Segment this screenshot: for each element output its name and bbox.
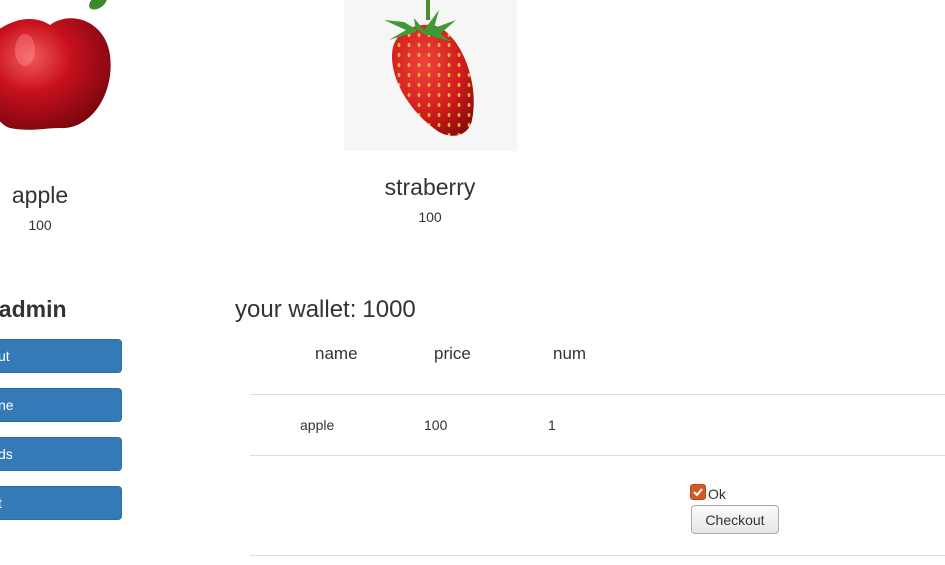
checkout-button[interactable]: Checkout [691, 505, 779, 534]
product-name: straberry [384, 174, 476, 200]
ok-checkbox[interactable] [690, 483, 706, 500]
product-price: 100 [28, 217, 52, 233]
sidebar-button-cart[interactable]: t [0, 486, 122, 520]
wallet-balance: your wallet: 1000 [235, 296, 416, 324]
cell-num: 1 [548, 417, 556, 433]
product-price: 100 [418, 209, 442, 225]
sidebar-button-label: ut [0, 348, 10, 364]
page: apple 100 straberry 100 , admin ut [0, 0, 945, 565]
sidebar-button-label: ds [0, 446, 13, 462]
column-header-num: num [553, 344, 587, 363]
column-header-name: name [315, 344, 358, 363]
apple-image [0, 0, 111, 130]
sidebar-button-label: t [0, 495, 2, 511]
table-divider [250, 555, 945, 556]
wallet-value: 1000 [362, 296, 416, 323]
wallet-label: your wallet: [235, 296, 357, 323]
ok-checkbox-group[interactable]: Ok [690, 481, 726, 502]
check-icon [693, 487, 703, 496]
sidebar-button-label: ne [0, 397, 14, 413]
cell-price: 100 [424, 417, 448, 433]
ok-label: Ok [708, 486, 726, 502]
column-header-price: price [434, 344, 471, 363]
product-card-apple: apple 100 [0, 0, 140, 233]
sidebar-button-products[interactable]: ds [0, 437, 122, 471]
product-card-strawberry: straberry 100 [330, 0, 530, 225]
sidebar-button-logout[interactable]: ut [0, 339, 122, 373]
strawberry-image [343, 0, 517, 151]
product-name: apple [11, 182, 69, 208]
cell-name: apple [300, 417, 335, 433]
welcome-heading: , admin [0, 296, 67, 322]
table-divider [250, 394, 945, 395]
sidebar-button-home[interactable]: ne [0, 388, 122, 422]
table-divider [250, 455, 945, 456]
